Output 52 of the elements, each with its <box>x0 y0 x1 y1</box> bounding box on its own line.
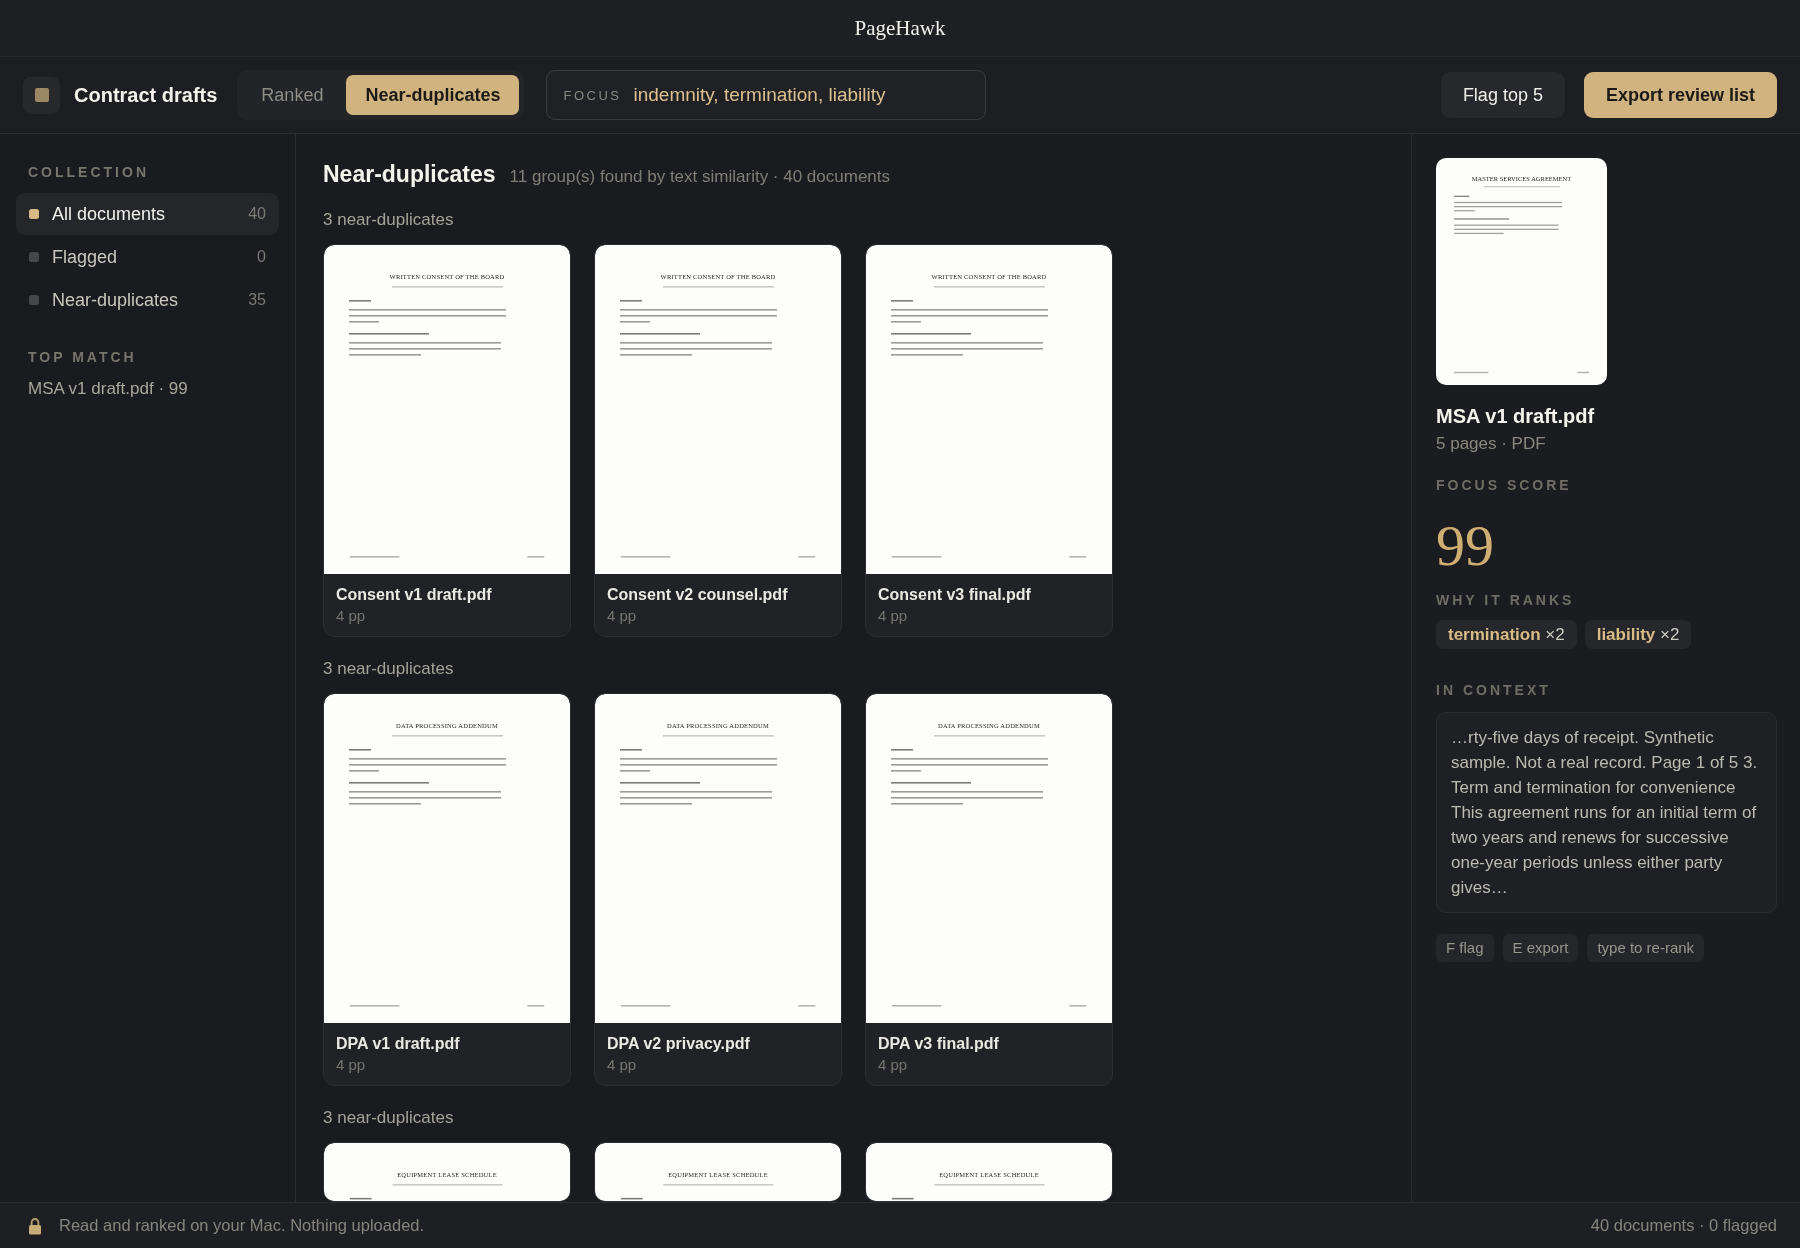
context-excerpt: …rty-five days of receipt. Synthetic sample. Not a real record. Page 1 of 5 3. Term and termination for convenience This agreement runs for an initial term of two years and renews for successive one-year periods unless either party gives… <box>1436 712 1777 913</box>
score-value: 99 <box>1436 517 1494 575</box>
keyword-tag: liability ×2 <box>1584 620 1692 649</box>
sidebar-item[interactable]: Flagged 0 <box>16 236 279 278</box>
status-summary: 40 documents · 0 flagged <box>1590 1216 1777 1235</box>
section-label: FOCUS SCORE <box>1436 476 1572 494</box>
item-count: 40 <box>248 205 266 223</box>
sidebar-item[interactable]: All documents 40 <box>16 193 279 235</box>
keyword-tag: termination ×2 <box>1436 620 1577 649</box>
shortcut-hint: E export <box>1502 934 1579 962</box>
file-name: DPA v3 final.pdf <box>878 1034 999 1054</box>
file-name: Consent v2 counsel.pdf <box>607 585 788 605</box>
item-count: 35 <box>248 291 266 309</box>
focus-field[interactable]: FOCUS indemnity, termination, liability <box>546 70 987 120</box>
focus-input[interactable]: indemnity, termination, liability <box>633 82 970 108</box>
status-message: Read and ranked on your Mac. Nothing uploaded. <box>59 1216 425 1235</box>
item-count: 0 <box>257 248 266 266</box>
file-name: MSA v1 draft.pdf <box>1436 404 1595 429</box>
square-icon <box>34 88 49 102</box>
page-count: 4 pp <box>607 606 637 626</box>
page-count: 4 pp <box>878 1055 908 1075</box>
field-label: FOCUS <box>563 87 622 103</box>
page-count: 4 pp <box>878 606 908 626</box>
app-title: PageHawk <box>854 15 946 41</box>
page-count: 4 pp <box>607 1055 637 1075</box>
section-label: COLLECTION <box>27 163 150 181</box>
view-tab[interactable]: Near-duplicates <box>346 75 520 115</box>
group-label: 3 near-duplicates <box>323 210 455 230</box>
sidebar-item[interactable]: Near-duplicates 35 <box>16 279 279 321</box>
top-match-text: MSA v1 draft.pdf · 99 <box>27 378 189 400</box>
file-meta: 5 pages · PDF <box>1436 433 1546 455</box>
section-label: IN CONTEXT <box>1436 681 1551 699</box>
page-count: 4 pp <box>336 1055 366 1075</box>
result-summary: 11 group(s) found by text similarity · 40 documents <box>509 166 891 188</box>
view-title: Near-duplicates <box>323 160 496 188</box>
file-name: Consent v1 draft.pdf <box>336 585 492 605</box>
lock-icon <box>28 1216 42 1235</box>
view-tab[interactable]: Ranked <box>242 75 343 115</box>
file-name: Consent v3 final.pdf <box>878 585 1031 605</box>
action-button[interactable]: Export review list <box>1583 72 1777 118</box>
shortcut-hint: F flag <box>1436 934 1494 962</box>
group-label: 3 near-duplicates <box>323 659 455 679</box>
file-name: DPA v2 privacy.pdf <box>607 1034 750 1054</box>
page-count: 4 pp <box>336 606 366 626</box>
action-button[interactable]: Flag top 5 <box>1440 72 1565 118</box>
section-label: TOP MATCH <box>27 348 138 366</box>
toggle-button[interactable] <box>23 76 60 114</box>
shortcut-hint: type to re-rank <box>1587 934 1705 962</box>
collection-title: Contract drafts <box>74 83 218 107</box>
group-label: 3 near-duplicates <box>323 1108 455 1128</box>
file-name: DPA v1 draft.pdf <box>336 1034 460 1054</box>
section-label: WHY IT RANKS <box>1436 591 1575 609</box>
